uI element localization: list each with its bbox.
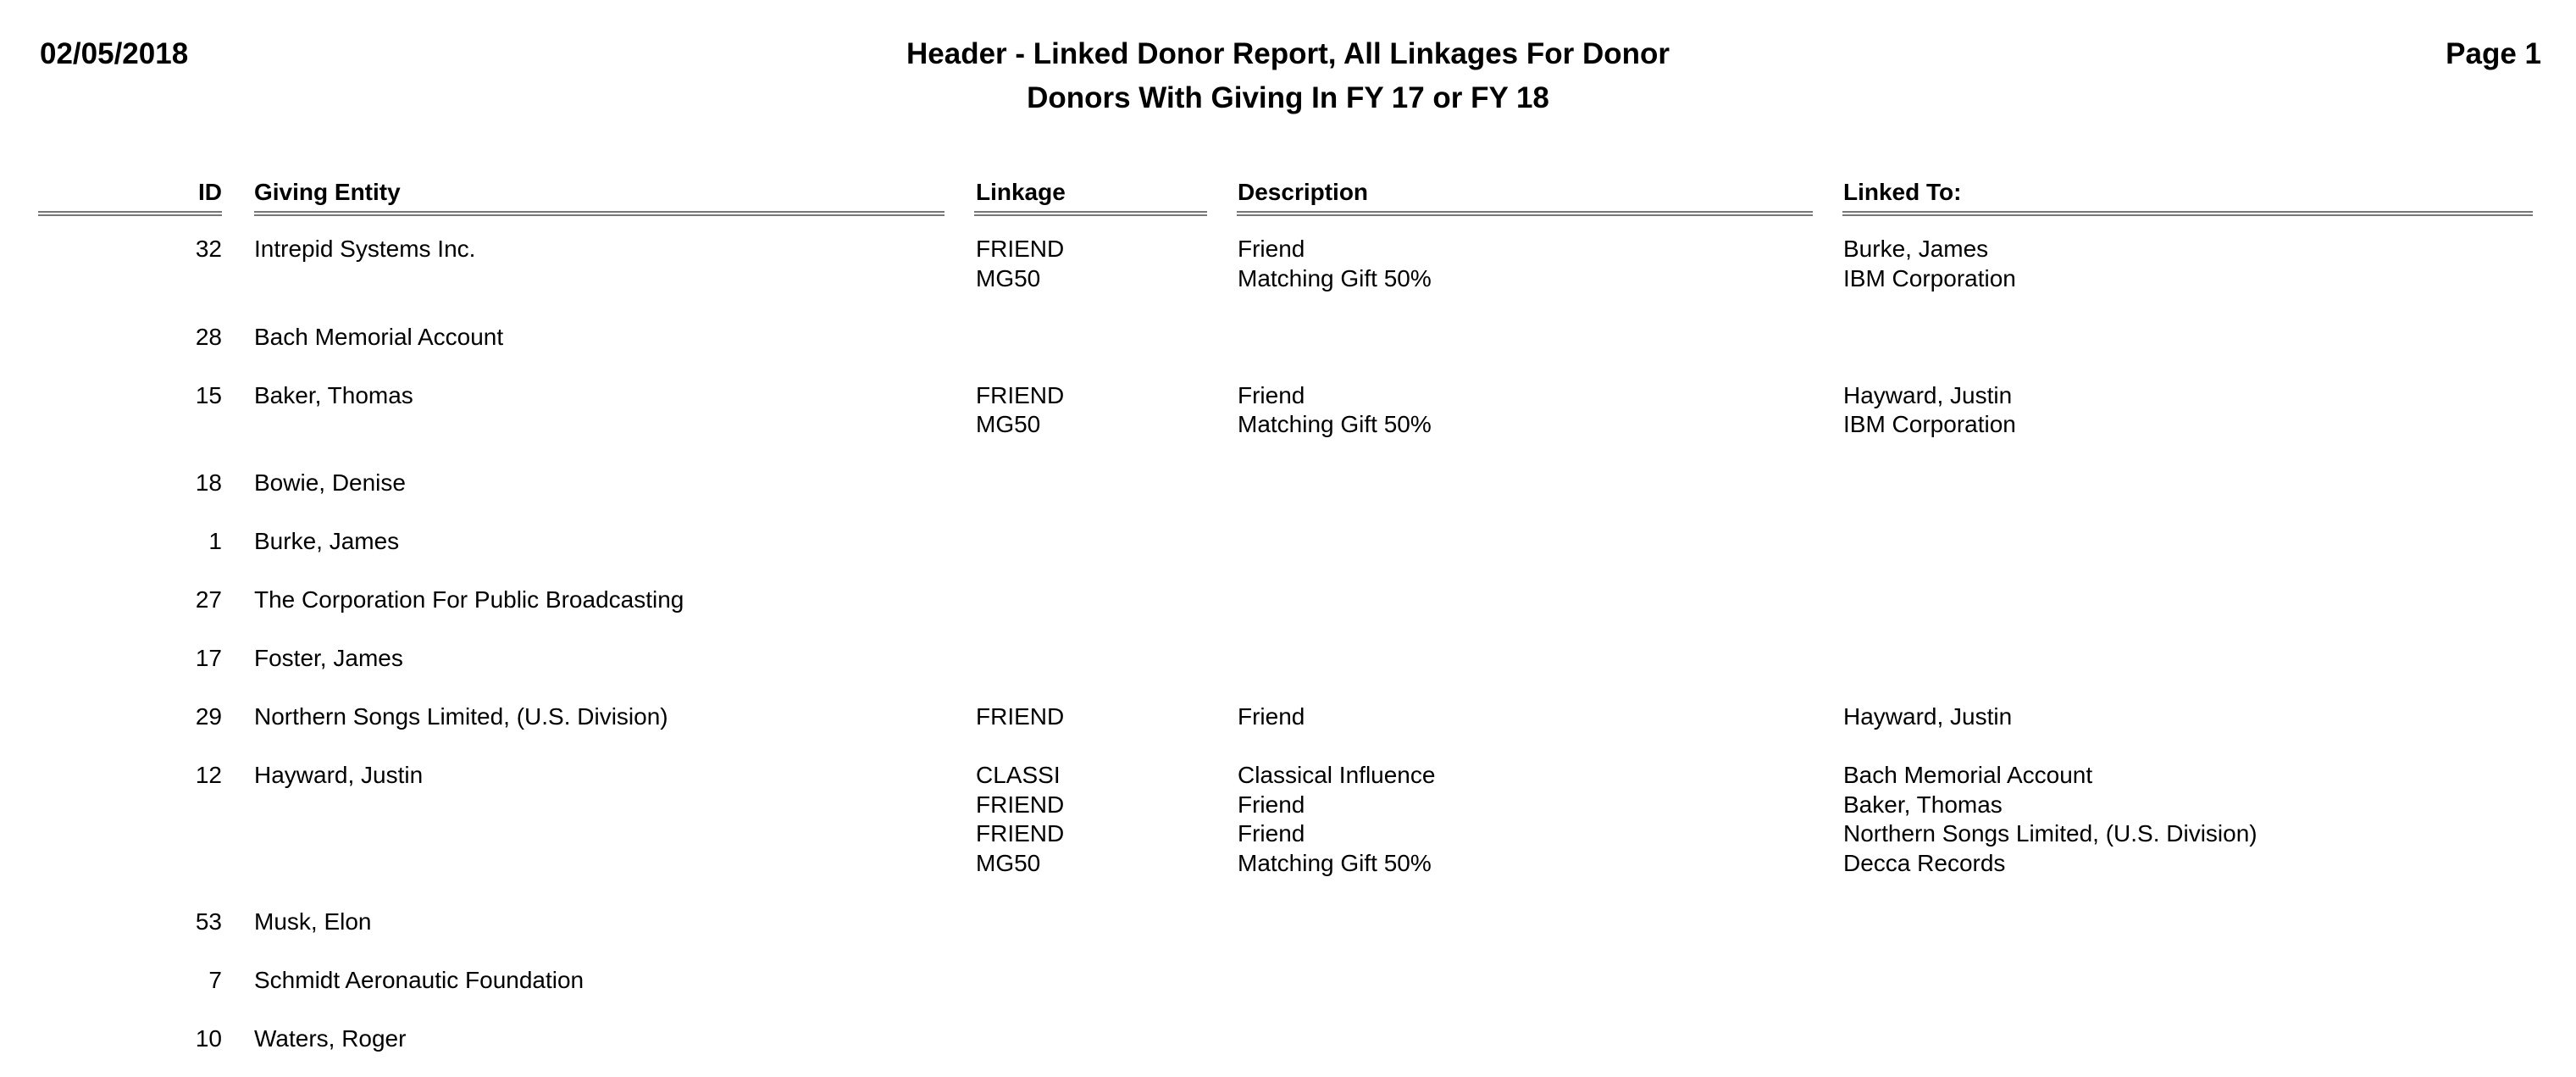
giving-entity: Schmidt Aeronautic Foundation	[254, 966, 584, 993]
giving-entity: Intrepid Systems Inc.	[254, 236, 476, 262]
linked-to: Hayward, Justin	[1843, 703, 2013, 730]
giving-entity: Musk, Elon	[254, 908, 372, 935]
linkage-code: FRIEND	[976, 381, 1065, 408]
linked-to: Decca Records	[1843, 849, 2006, 876]
donor-id: 18	[195, 469, 222, 496]
linkage-code: FRIEND	[976, 820, 1065, 847]
giving-entity: Foster, James	[254, 645, 403, 671]
linkage-code: FRIEND	[976, 791, 1065, 818]
page-number: Page 1	[2446, 37, 2541, 70]
linkage-description: Matching Gift 50%	[1238, 411, 1432, 437]
report-title: Header - Linked Donor Report, All Linkag…	[906, 37, 1670, 70]
giving-entity: The Corporation For Public Broadcasting	[254, 586, 684, 613]
linkage-code: MG50	[976, 849, 1041, 876]
giving-entity: Waters, Roger	[254, 1024, 407, 1052]
linkage-code: FRIEND	[976, 236, 1065, 262]
donor-id: 7	[208, 966, 222, 993]
donor-id: 27	[195, 586, 222, 613]
linkage-code: FRIEND	[976, 703, 1065, 730]
giving-entity: Burke, James	[254, 528, 400, 554]
donor-id: 12	[195, 762, 222, 788]
donor-id: 53	[195, 908, 222, 935]
linkage-description: Friend	[1238, 820, 1305, 847]
column-header-linkage: Linkage	[976, 179, 1066, 205]
donor-id: 32	[195, 236, 222, 262]
linked-to: IBM Corporation	[1843, 411, 2016, 437]
giving-entity: Bowie, Denise	[254, 469, 406, 496]
column-rule-giving-entity	[254, 211, 945, 216]
linked-to: Hayward, Justin	[1843, 381, 2013, 408]
column-header-description: Description	[1238, 179, 1369, 205]
column-header-linked-to: Linked To:	[1843, 179, 1962, 205]
column-rule-description	[1237, 211, 1813, 216]
linkage-description: Matching Gift 50%	[1238, 264, 1432, 291]
linkage-code: CLASSI	[976, 762, 1061, 788]
donor-id: 10	[195, 1024, 222, 1052]
giving-entity: Northern Songs Limited, (U.S. Division)	[254, 703, 668, 730]
linkage-description: Friend	[1238, 381, 1305, 408]
linkage-description: Matching Gift 50%	[1238, 849, 1432, 876]
donor-id: 29	[195, 703, 222, 730]
donor-id: 28	[195, 323, 222, 350]
linkage-description: Friend	[1238, 236, 1305, 262]
column-header-giving-entity: Giving Entity	[254, 179, 401, 205]
linked-to: Burke, James	[1843, 236, 1989, 262]
linkage-description: Classical Influence	[1238, 762, 1436, 788]
giving-entity: Baker, Thomas	[254, 381, 413, 408]
giving-entity: Hayward, Justin	[254, 762, 424, 788]
donor-id: 1	[208, 528, 222, 554]
giving-entity: Bach Memorial Account	[254, 323, 504, 350]
linked-to: IBM Corporation	[1843, 264, 2016, 291]
report-subtitle: Donors With Giving In FY 17 or FY 18	[1027, 81, 1549, 114]
linked-to: Northern Songs Limited, (U.S. Division)	[1843, 820, 2257, 847]
linked-to: Baker, Thomas	[1843, 791, 2003, 818]
linkage-description: Friend	[1238, 791, 1305, 818]
column-header-id: ID	[198, 179, 222, 205]
donor-id: 15	[195, 381, 222, 408]
donor-id: 17	[195, 645, 222, 671]
linked-to: Bach Memorial Account	[1843, 762, 2093, 788]
column-rule-linkage	[974, 211, 1207, 216]
column-rule-id	[38, 211, 222, 216]
linkage-description: Friend	[1238, 703, 1305, 730]
linkage-code: MG50	[976, 411, 1041, 437]
column-rule-linked-to	[1842, 211, 2533, 216]
linkage-code: MG50	[976, 264, 1041, 291]
